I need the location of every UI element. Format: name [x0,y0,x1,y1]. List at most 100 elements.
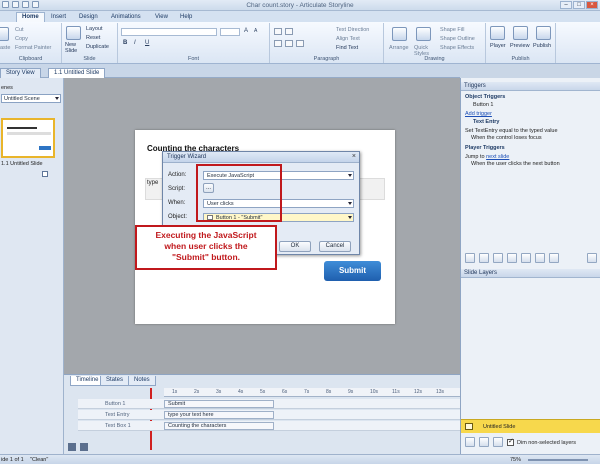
publish-group: Player Preview Publish Publish [486,23,556,63]
text-direction-button[interactable]: Text Direction [336,27,369,33]
copy-trigger-icon[interactable] [493,253,503,263]
stop-icon[interactable] [80,443,88,451]
shrink-font-button[interactable]: A [254,28,257,34]
duplicate-button[interactable]: Duplicate [86,44,109,50]
arrange-button[interactable]: Arrange [389,45,409,51]
ok-button[interactable]: OK [279,241,311,252]
layout-button[interactable]: Layout [86,26,103,32]
cut-button[interactable]: Cut [15,27,24,33]
ruler-tick: 11s [392,389,400,395]
bold-button[interactable]: B [123,40,127,46]
align-right-icon[interactable] [296,40,304,47]
edit-trigger-icon[interactable] [479,253,489,263]
timeline-row[interactable]: Button 1 Submit [78,399,460,409]
next-slide-link[interactable]: next slide [486,154,509,160]
player-icon[interactable] [490,26,505,40]
clipboard-group-label: Clipboard [18,56,43,62]
move-down-icon[interactable] [549,253,559,263]
zoom-slider[interactable] [528,459,588,461]
numbering-icon[interactable] [285,28,293,35]
set-variable-trigger[interactable]: Set TextEntry equal to the typed value [465,128,558,134]
paste-button[interactable]: aste [0,45,10,51]
chevron-down-icon [348,202,352,205]
triggers-header: Triggers [461,82,600,91]
move-up-icon[interactable] [535,253,545,263]
tab-design[interactable]: Design [79,12,98,22]
font-name-input[interactable] [121,28,217,36]
timeline-bar[interactable]: Counting the characters [164,422,274,430]
ruler-tick: 1s [172,389,178,395]
arrange-icon[interactable] [392,27,407,41]
delete-layer-icon[interactable] [493,437,503,447]
timeline-bar[interactable]: type your text here [164,411,274,419]
grow-font-button[interactable]: A [244,28,248,34]
new-slide-icon[interactable] [66,26,81,40]
close-icon[interactable]: × [352,153,356,160]
tab-notes[interactable]: Notes [128,376,156,386]
minimize-icon[interactable]: – [560,1,572,9]
submit-button[interactable]: Submit [324,261,381,281]
new-slide-button[interactable]: New Slide [65,42,83,54]
tab-story-view[interactable]: Story View [0,68,41,78]
new-trigger-icon[interactable] [465,253,475,263]
tab-home[interactable]: Home [16,12,45,22]
variables-icon[interactable] [587,253,597,263]
tab-insert[interactable]: Insert [51,12,66,22]
shape-fill-button[interactable]: Shape Fill [440,27,464,33]
duplicate-layer-icon[interactable] [479,437,489,447]
thumbnail-button [39,146,51,150]
player-button[interactable]: Player [490,43,506,49]
underline-button[interactable]: U [145,40,149,46]
dim-layers-checkbox[interactable]: ✓ [507,438,514,446]
publish-icon[interactable] [536,26,551,40]
maximize-icon[interactable]: □ [573,1,585,9]
chevron-down-icon [55,97,59,100]
tab-states[interactable]: States [100,376,130,386]
jump-trigger[interactable]: Jump to next slide [465,154,509,160]
zoom-level[interactable]: 75% [510,457,521,463]
quick-styles-icon[interactable] [416,27,431,41]
bullets-icon[interactable] [274,28,282,35]
align-center-icon[interactable] [285,40,293,47]
align-text-button[interactable]: Align Text [336,36,360,42]
paragraph-group: Text Direction Align Text Find Text Para… [270,23,384,63]
copy-button[interactable]: Copy [15,36,28,42]
delete-trigger-icon[interactable] [521,253,531,263]
cancel-button[interactable]: Cancel [319,241,351,252]
slide-thumbnail[interactable] [1,118,55,158]
preview-button[interactable]: Preview [510,43,530,49]
button1-trigger-owner[interactable]: Button 1 [473,102,494,108]
publish-group-label: Publish [511,56,530,62]
base-layer-row[interactable]: Untitled Slide [461,419,600,433]
play-icon[interactable] [68,443,76,451]
tab-help[interactable]: Help [180,12,192,22]
tab-view[interactable]: View [155,12,168,22]
preview-icon[interactable] [513,26,528,40]
slide-group-label: Slide [83,56,96,62]
reset-button[interactable]: Reset [86,35,100,41]
tab-animations[interactable]: Animations [111,12,141,22]
timeline-row[interactable]: Text Box 1 Counting the characters [78,421,460,431]
when-label: When: [168,200,186,206]
add-trigger-link[interactable]: Add trigger [465,111,492,117]
timeline-bar[interactable]: Submit [164,400,274,408]
find-text-button[interactable]: Find Text [336,45,358,51]
publish-button[interactable]: Publish [533,43,551,49]
paste-trigger-icon[interactable] [507,253,517,263]
paste-icon[interactable] [0,27,9,41]
shape-effects-button[interactable]: Shape Effects [440,45,474,51]
new-layer-icon[interactable] [465,437,475,447]
align-left-icon[interactable] [274,40,282,47]
text-entry-label: type [147,180,159,186]
ribbon-tabs: Home Insert Design Animations View Help [0,11,600,22]
tab-untitled-slide[interactable]: 1.1 Untitled Slide [48,68,106,78]
scene-dropdown[interactable]: Untitled Scene [1,94,61,103]
timeline-row[interactable]: Text Entry type your text here [78,410,460,420]
close-icon[interactable]: × [586,1,598,9]
italic-button[interactable]: I [134,40,136,46]
shape-outline-button[interactable]: Shape Outline [440,36,475,42]
timeline-ruler[interactable]: 1s 2s 3s 4s 5s 6s 7s 8s 9s 10s 11s 12s 1… [164,388,460,397]
text-entry-trigger-owner[interactable]: Text Entry [473,119,500,125]
font-size-input[interactable] [220,28,240,36]
format-painter-button[interactable]: Format Painter [15,45,51,51]
